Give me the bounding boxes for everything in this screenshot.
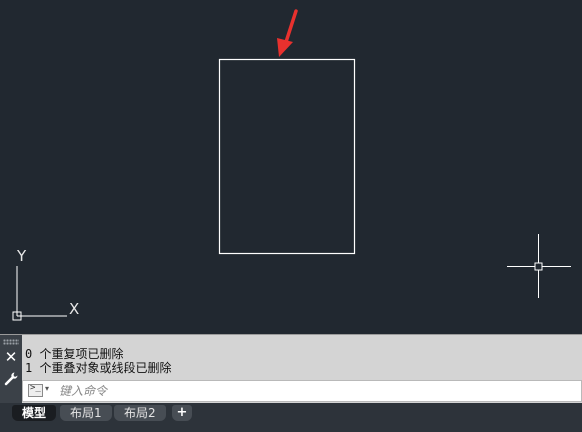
command-input[interactable] (59, 382, 559, 400)
command-line-toolbar: ✕ (0, 335, 22, 403)
ucs-icon: Y X (12, 247, 79, 321)
tab-model[interactable]: 模型 (12, 405, 57, 421)
canvas-svg: Y X (12, 9, 571, 321)
command-line-panel: ✕ 0 个重复项已删除 1 个重叠对象或线段已删除 >_ ▾ (0, 334, 582, 403)
tab-layout2[interactable]: 布局2 (114, 405, 166, 421)
prompt-glyph: >_ (30, 383, 41, 393)
drawing-canvas[interactable]: Y X (0, 0, 582, 334)
history-line: 0 个重复项已删除 (25, 347, 124, 361)
close-command-line-button[interactable]: ✕ (3, 349, 19, 365)
crosshair-cursor-icon (507, 234, 571, 298)
add-layout-button[interactable]: + (172, 405, 192, 421)
tab-layout1[interactable]: 布局1 (60, 405, 112, 421)
layout-tab-bar: 模型 布局1 布局2 + (0, 403, 582, 432)
recent-commands-dropdown-icon[interactable]: ▾ (45, 384, 49, 393)
annotation-arrow-icon (277, 9, 298, 57)
command-prompt-icon[interactable]: >_ (28, 383, 43, 397)
ucs-y-label: Y (16, 247, 27, 265)
rectangle-object[interactable] (218, 58, 356, 255)
command-input-row: >_ ▾ (22, 380, 582, 402)
customize-wrench-icon[interactable] (3, 371, 19, 387)
history-line: 1 个重叠对象或线段已删除 (25, 361, 172, 375)
ucs-x-label: X (69, 300, 79, 318)
command-history: 0 个重复项已删除 1 个重叠对象或线段已删除 (25, 347, 575, 375)
panel-grip-icon[interactable] (3, 339, 19, 345)
autocad-window: Y X ✕ 0 个重复项已删除 1 个重叠对象或线段已删除 >_ ▾ 键入命令 … (0, 0, 582, 432)
